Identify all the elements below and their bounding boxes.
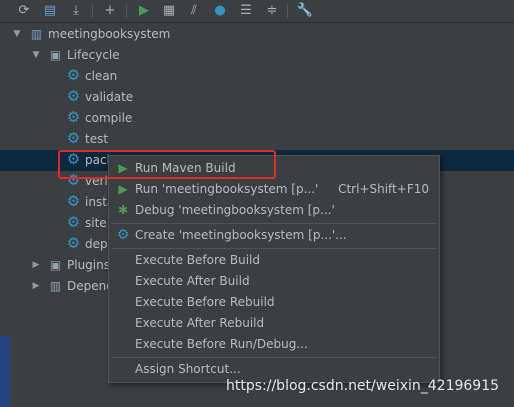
settings-wrench-icon[interactable]: 🔧	[296, 2, 314, 20]
menu-item-create-config[interactable]: ⚙ Create 'meetingbooksystem [p...'...	[109, 225, 439, 246]
tree-node-phase-compile[interactable]: ⚙ compile	[0, 108, 514, 129]
menu-item-label: Run 'meetingbooksystem [p...'	[135, 182, 319, 196]
gear-icon: ⚙	[66, 192, 81, 210]
toolbar-separator	[92, 4, 93, 18]
gear-icon: ⚙	[66, 108, 81, 126]
menu-item-label: Assign Shortcut...	[135, 362, 241, 376]
tree-node-phase-clean[interactable]: ⚙ clean	[0, 66, 514, 87]
menu-item-execute-after-rebuild[interactable]: Execute After Rebuild	[109, 313, 439, 334]
menu-item-label: Execute After Rebuild	[135, 316, 265, 330]
menu-item-execute-after-build[interactable]: Execute After Build	[109, 271, 439, 292]
menu-separator	[111, 357, 437, 358]
maven-project-icon: ▥	[30, 27, 43, 41]
menu-item-execute-before-rebuild[interactable]: Execute Before Rebuild	[109, 292, 439, 313]
execute-goal-icon[interactable]: ▦	[160, 2, 178, 20]
expand-arrow-icon[interactable]: ▼	[31, 45, 41, 66]
menu-item-label: Execute Before Build	[135, 253, 260, 267]
menu-item-label: Debug 'meetingbooksystem [p...'	[135, 203, 335, 217]
phase-label: compile	[85, 111, 133, 125]
gear-icon: ⚙	[116, 227, 130, 243]
tree-node-phase-test[interactable]: ⚙ test	[0, 129, 514, 150]
tree-label-plugins: Plugins	[67, 258, 110, 272]
gear-icon: ⚙	[66, 129, 81, 147]
menu-item-assign-shortcut[interactable]: Assign Shortcut...	[109, 359, 439, 380]
expand-arrow-icon[interactable]: ▼	[12, 24, 22, 45]
gear-icon: ⚙	[66, 234, 81, 252]
highlight-annotation-box	[58, 150, 276, 179]
menu-item-run-config[interactable]: ▶ Run 'meetingbooksystem [p...' Ctrl+Shi…	[109, 179, 439, 200]
menu-item-shortcut: Ctrl+Shift+F10	[338, 182, 429, 196]
phase-label: validate	[85, 90, 134, 104]
refresh-icon[interactable]: ⟳	[15, 2, 33, 20]
download-sources-icon[interactable]: ⤓	[67, 2, 85, 20]
dependencies-icon: ▥	[49, 279, 62, 293]
tree-node-project[interactable]: ▼ ▥ meetingbooksystem	[0, 24, 514, 45]
menu-item-label: Execute After Build	[135, 274, 250, 288]
gear-icon: ⚙	[66, 213, 81, 231]
collapse-arrow-icon[interactable]: ▶	[31, 276, 41, 297]
toolbar-separator	[126, 4, 127, 18]
folder-icon: ▣	[49, 48, 62, 62]
toggle-offline-icon[interactable]: ⫽	[185, 2, 203, 20]
maven-toolbar: ⟳ ▤ ⤓ + ▶ ▦ ⫽ ● ☰ ≑ 🔧	[0, 0, 514, 23]
folder-icon: ▣	[49, 258, 62, 272]
debug-bug-icon: ✱	[117, 203, 129, 217]
gear-icon: ⚙	[66, 66, 81, 84]
menu-item-execute-before-build[interactable]: Execute Before Build	[109, 250, 439, 271]
menu-item-label: Execute Before Rebuild	[135, 295, 275, 309]
menu-item-execute-before-run-debug[interactable]: Execute Before Run/Debug...	[109, 334, 439, 355]
add-icon[interactable]: +	[101, 2, 119, 20]
run-icon: ▶	[118, 182, 128, 196]
phase-label: clean	[85, 69, 118, 83]
show-dependencies-icon[interactable]: ☰	[237, 2, 255, 20]
menu-item-label: Create 'meetingbooksystem [p...'...	[135, 228, 347, 242]
run-icon[interactable]: ▶	[135, 2, 153, 20]
tree-node-lifecycle[interactable]: ▼ ▣ Lifecycle	[0, 45, 514, 66]
tree-node-phase-validate[interactable]: ⚙ validate	[0, 87, 514, 108]
menu-separator	[111, 223, 437, 224]
reimport-folder-icon[interactable]: ▤	[41, 2, 59, 20]
tree-label-project: meetingbooksystem	[48, 27, 171, 41]
menu-item-label: Execute Before Run/Debug...	[135, 337, 308, 351]
phase-label: test	[85, 132, 109, 146]
toolbar-separator	[287, 4, 288, 18]
phase-label: site	[85, 216, 107, 230]
menu-item-debug-config[interactable]: ✱ Debug 'meetingbooksystem [p...'	[109, 200, 439, 221]
gear-icon: ⚙	[66, 87, 81, 105]
skip-tests-icon[interactable]: ●	[211, 2, 229, 20]
tree-label-lifecycle: Lifecycle	[67, 48, 120, 62]
context-menu: ▶ Run Maven Build ▶ Run 'meetingbooksyst…	[108, 155, 440, 383]
left-edge-panel	[0, 336, 10, 407]
phase-label: dep	[85, 237, 108, 251]
collapse-arrow-icon[interactable]: ▶	[31, 255, 41, 276]
collapse-all-icon[interactable]: ≑	[263, 2, 281, 20]
tree-label-dependencies: Depend	[67, 279, 114, 293]
menu-separator	[111, 248, 437, 249]
watermark-text: https://blog.csdn.net/weixin_42196915	[226, 378, 500, 394]
